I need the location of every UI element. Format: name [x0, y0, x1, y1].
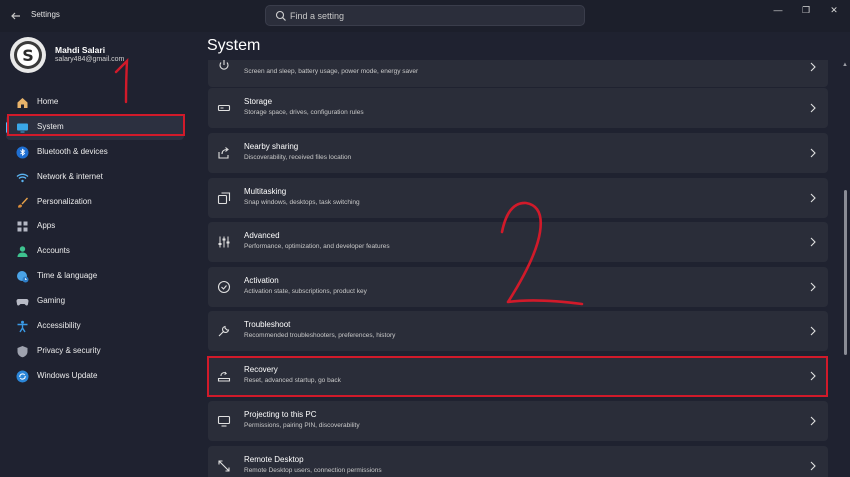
sidebar-item-accessibility[interactable]: Accessibility [6, 314, 184, 339]
sidebar-item-privacy-security[interactable]: Privacy & security [6, 339, 184, 364]
sidebar-item-windows-update[interactable]: Windows Update [6, 364, 184, 389]
globe-clock-icon [17, 271, 29, 283]
storage-icon [217, 104, 231, 111]
row-subtitle: Permissions, pairing PIN, discoverabilit… [244, 422, 360, 429]
sidebar-item-apps[interactable]: Apps [6, 214, 184, 239]
sidebar-item-label: Accounts [37, 246, 70, 256]
row-subtitle: Snap windows, desktops, task switching [244, 198, 360, 206]
sidebar-item-label: Apps [37, 221, 56, 231]
row-title: Projecting to this PC [244, 410, 317, 419]
person-icon [17, 246, 28, 258]
remote-icon [218, 460, 230, 472]
apps-icon [17, 221, 28, 232]
home-icon [17, 98, 28, 108]
row-subtitle: Recommended troubleshooters, preferences… [244, 332, 396, 339]
chevron-right-icon [810, 461, 816, 471]
row-subtitle: Activation state, subscriptions, product… [244, 287, 367, 295]
sidebar-item-label: Accessibility [37, 321, 81, 331]
sidebar-item-label: Windows Update [37, 370, 98, 380]
sidebar-item-time-language[interactable]: Time & language [6, 264, 184, 289]
row-subtitle: Discoverability, received files location [244, 153, 352, 161]
sidebar-item-gaming[interactable]: Gaming [6, 289, 184, 314]
settings-row-nearby-sharing[interactable]: Nearby sharing Discoverability, received… [208, 132, 828, 173]
settings-row-remote-desktop[interactable]: Remote Desktop Remote Desktop users, con… [208, 446, 828, 477]
sidebar-item-accounts[interactable]: Accounts [6, 239, 184, 264]
annotation-number-one-icon [114, 58, 129, 104]
sidebar: S Mahdi Salari salary484@gmail.com Home … [0, 32, 195, 477]
back-arrow-icon[interactable] [8, 8, 24, 24]
chevron-right-icon [810, 103, 816, 112]
sidebar-item-label: Home [37, 97, 59, 106]
sidebar-item-personalization[interactable]: Personalization [6, 190, 184, 215]
scroll-up-arrow-icon[interactable]: ▲ [842, 62, 848, 68]
annotation-highlight-system [7, 114, 185, 136]
accessibility-icon [17, 320, 28, 333]
user-name: Mahdi Salari [55, 45, 106, 55]
row-title: Troubleshoot [244, 320, 291, 329]
settings-row-troubleshoot[interactable]: Troubleshoot Recommended troubleshooters… [208, 311, 828, 351]
row-title: Activation [244, 275, 279, 285]
bluetooth-icon [16, 146, 29, 159]
row-subtitle: Screen and sleep, battery usage, power m… [244, 68, 419, 75]
row-title: Advanced [244, 231, 280, 240]
avatar-logo-icon: S [14, 41, 42, 69]
chevron-right-icon [810, 282, 816, 291]
row-subtitle: Storage space, drives, configuration rul… [244, 108, 364, 116]
page-title: System [207, 37, 261, 54]
chevron-right-icon [810, 62, 816, 72]
svg-text:S: S [22, 46, 34, 65]
sidebar-item-label: Privacy & security [37, 345, 101, 355]
row-subtitle: Remote Desktop users, connection permiss… [244, 467, 382, 474]
scrollbar-thumb[interactable] [844, 190, 847, 355]
gamepad-icon [16, 299, 29, 306]
avatar[interactable]: S [10, 37, 46, 73]
settings-row-storage[interactable]: Storage Storage space, drives, configura… [208, 87, 828, 128]
row-subtitle: Performance, optimization, and developer… [244, 243, 390, 250]
row-title: Multitasking [244, 186, 287, 196]
header-mask [208, 32, 828, 60]
sidebar-item-home[interactable]: Home [6, 90, 184, 115]
row-title: Nearby sharing [244, 141, 299, 151]
project-icon [217, 415, 231, 427]
chevron-right-icon [810, 416, 816, 426]
advanced-icon [218, 236, 230, 248]
chevron-right-icon [810, 237, 816, 247]
chevron-right-icon [810, 193, 816, 202]
settings-row-projecting[interactable]: Projecting to this PC Permissions, pairi… [208, 401, 828, 441]
chevron-right-icon [810, 326, 816, 336]
annotation-highlight-recovery [207, 356, 828, 397]
check-circle-icon [217, 280, 231, 293]
wrench-icon [218, 325, 230, 337]
sidebar-item-label: Gaming [37, 296, 66, 306]
sidebar-item-label: Bluetooth & devices [37, 146, 108, 156]
shield-icon [17, 345, 28, 358]
sidebar-item-label: Time & language [37, 271, 98, 281]
sidebar-item-bluetooth[interactable]: Bluetooth & devices [6, 140, 184, 165]
sidebar-item-network[interactable]: Network & internet [6, 165, 184, 190]
chevron-right-icon [810, 148, 816, 157]
wifi-icon [16, 173, 29, 182]
row-title: Remote Desktop [244, 455, 304, 464]
update-icon [16, 370, 29, 383]
multitask-icon [217, 191, 231, 204]
annotation-number-two-icon [500, 201, 584, 306]
sidebar-item-label: Personalization [37, 196, 92, 206]
row-title: Storage [244, 96, 273, 106]
share-icon [218, 146, 229, 159]
power-icon [219, 60, 229, 70]
sidebar-item-label: Network & internet [37, 171, 103, 181]
brush-icon [18, 197, 28, 208]
app-title: Settings [31, 10, 60, 19]
